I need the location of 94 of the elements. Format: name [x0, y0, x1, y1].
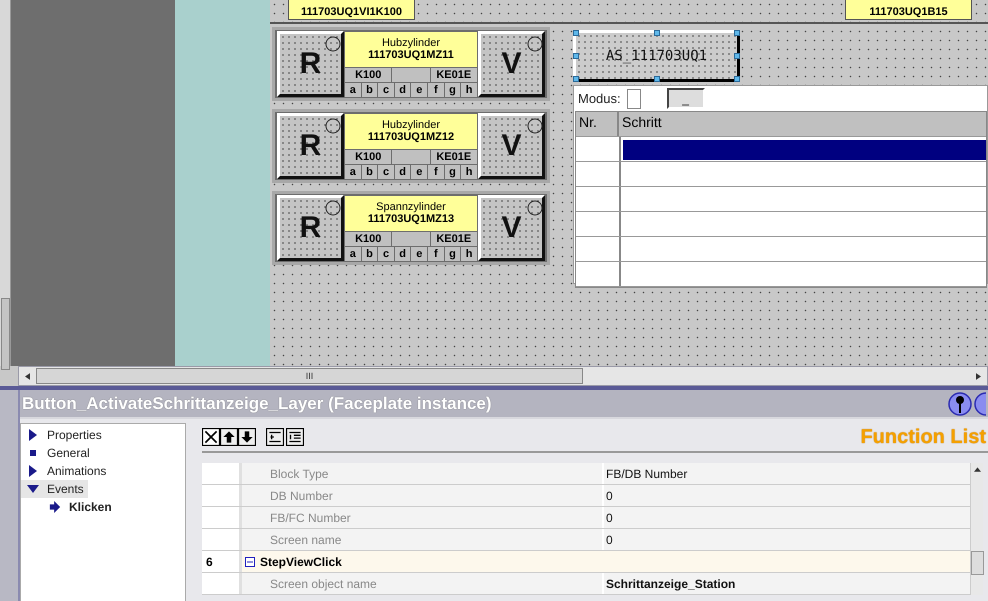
- scroll-thumb[interactable]: [971, 551, 984, 575]
- status-cell: KE01E: [430, 68, 477, 82]
- indicator-icon: [527, 36, 543, 52]
- signal-cell: e: [411, 82, 428, 96]
- cylinder-id: 111703UQ1MZ13: [368, 213, 454, 225]
- column-header: Nr.: [576, 112, 619, 136]
- signal-cell: b: [362, 164, 378, 178]
- signal-cell: g: [444, 246, 460, 260]
- reverse-button[interactable]: R: [277, 195, 344, 261]
- signal-cell: g: [444, 164, 460, 178]
- tree-item[interactable]: General: [21, 444, 94, 462]
- reverse-button[interactable]: R: [277, 113, 344, 179]
- status-cell: [392, 150, 430, 164]
- tree-item[interactable]: Klicken: [21, 498, 116, 516]
- event-name: StepViewClick: [260, 554, 342, 568]
- collapsed-arrow-icon[interactable]: [27, 465, 39, 477]
- delete-icon[interactable]: [202, 428, 220, 446]
- mode-checkbox[interactable]: [626, 88, 641, 108]
- status-cell: K100: [345, 68, 392, 82]
- tree-item[interactable]: Properties: [21, 426, 106, 444]
- function-list-heading: Function List: [860, 426, 986, 448]
- collapse-box-icon[interactable]: [245, 556, 255, 566]
- status-cell: [392, 232, 430, 246]
- pin-icon[interactable]: [948, 392, 972, 416]
- signal-cell: h: [461, 246, 477, 260]
- signal-cell: d: [394, 82, 410, 96]
- collapsed-arrow-icon[interactable]: [27, 429, 39, 441]
- cylinder-type: Hubzylinder: [382, 119, 440, 131]
- vertical-scrollbar[interactable]: [970, 463, 983, 595]
- move-up-icon[interactable]: [220, 428, 238, 446]
- column-header: Schritt: [619, 112, 986, 136]
- signal-cell: b: [362, 82, 378, 96]
- signal-cell: c: [378, 82, 394, 96]
- expand-icon[interactable]: [286, 428, 304, 446]
- panel-title: Button_ActivateSchrittanzeige_Layer (Faceplate instance): [22, 394, 493, 414]
- as-button[interactable]: AS_111703UQ1: [573, 30, 740, 82]
- indicator-icon: [527, 118, 543, 134]
- cylinder-id: 111703UQ1MZ12: [368, 131, 454, 143]
- signal-cell: f: [428, 82, 444, 96]
- property-name: Screen name: [269, 532, 342, 546]
- signal-cell: c: [378, 164, 394, 178]
- signal-cell: e: [411, 246, 428, 260]
- status-cell: KE01E: [430, 232, 477, 246]
- forward-button[interactable]: V: [478, 31, 545, 97]
- status-cell: K100: [345, 232, 392, 246]
- collapse-icon[interactable]: [266, 428, 284, 446]
- table-row[interactable]: [576, 137, 986, 162]
- row-number: 6: [202, 551, 242, 572]
- status-cell: [392, 68, 430, 82]
- signal-cell: h: [461, 82, 477, 96]
- cylinder-type: Spannzylinder: [376, 201, 446, 213]
- forward-button[interactable]: V: [478, 113, 545, 179]
- mode-button[interactable]: _: [666, 88, 705, 109]
- scroll-up-icon[interactable]: [974, 467, 980, 472]
- cylinder-type: Hubzylinder: [382, 37, 440, 49]
- property-name: FB/FC Number: [269, 510, 352, 524]
- object-label: 111703UQ1B15: [845, 0, 972, 20]
- signal-cell: f: [428, 164, 444, 178]
- arrow-right-icon: [49, 501, 61, 513]
- signal-cell: d: [394, 246, 410, 260]
- scroll-right-icon[interactable]: [976, 372, 981, 380]
- status-cell: K100: [345, 150, 392, 164]
- scrollbar-corner: [0, 366, 18, 386]
- property-name: Block Type: [269, 466, 330, 480]
- signal-cell: b: [362, 246, 378, 260]
- indicator-icon: [325, 118, 341, 134]
- indicator-icon: [527, 200, 543, 216]
- signal-cell: a: [345, 246, 361, 260]
- property-name: DB Number: [269, 488, 334, 502]
- signal-cell: h: [461, 164, 477, 178]
- object-label: 111703UQ1VI1K100: [288, 0, 415, 20]
- scroll-left-icon[interactable]: [25, 372, 30, 380]
- mode-label: Modus:: [578, 91, 621, 106]
- signal-cell: d: [394, 164, 410, 178]
- tree-item[interactable]: Animations: [21, 462, 110, 480]
- forward-button[interactable]: V: [478, 195, 545, 261]
- tree-item[interactable]: Events: [21, 480, 88, 498]
- indicator-icon: [325, 36, 341, 52]
- scroll-grip: III: [306, 371, 314, 381]
- signal-cell: a: [345, 82, 361, 96]
- reverse-button[interactable]: R: [277, 31, 344, 97]
- signal-cell: g: [444, 82, 460, 96]
- signal-cell: c: [378, 246, 394, 260]
- signal-cell: e: [411, 164, 428, 178]
- horizontal-scrollbar[interactable]: III: [18, 366, 988, 386]
- property-name: Screen object name: [269, 576, 378, 590]
- move-down-icon[interactable]: [238, 428, 256, 446]
- status-cell: KE01E: [430, 150, 477, 164]
- indicator-icon: [325, 200, 341, 216]
- cylinder-id: 111703UQ1MZ11: [368, 49, 454, 61]
- signal-cell: f: [428, 246, 444, 260]
- expanded-arrow-icon[interactable]: [27, 483, 39, 495]
- signal-cell: a: [345, 164, 361, 178]
- square-bullet-icon: [27, 447, 39, 459]
